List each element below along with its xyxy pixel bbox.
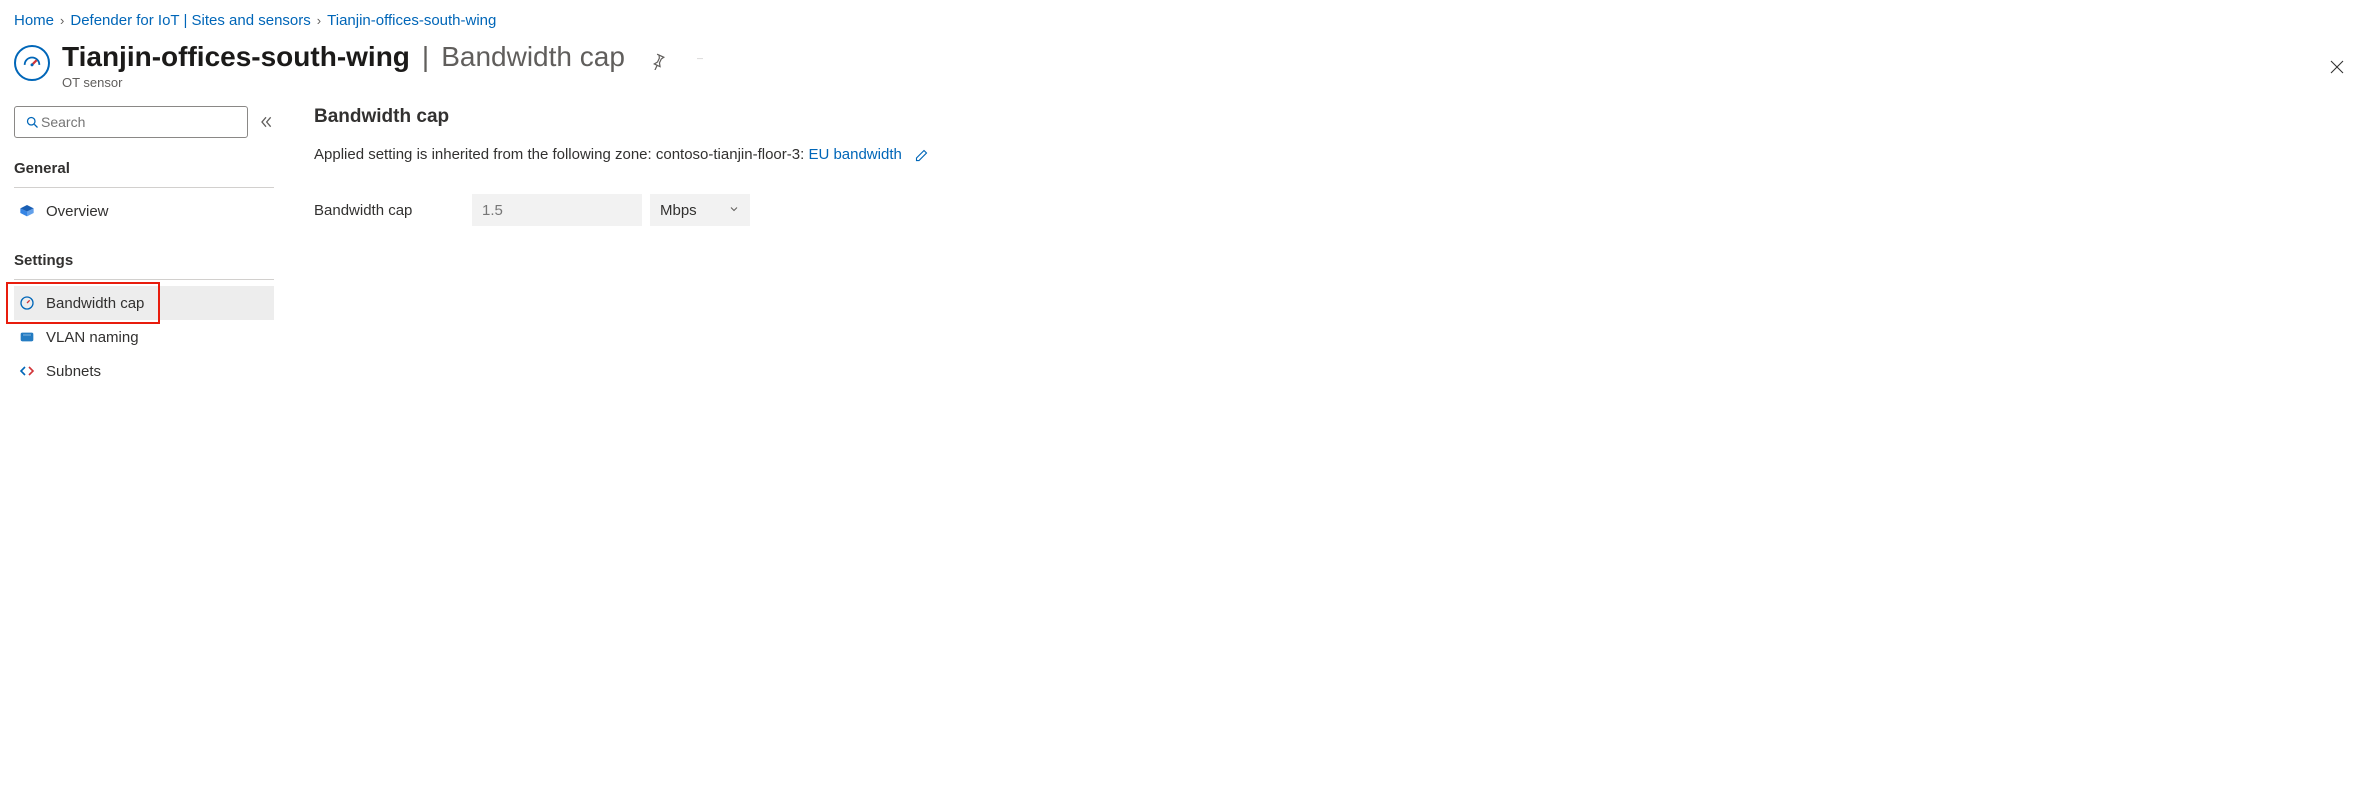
- collapse-sidebar-button[interactable]: [258, 114, 274, 130]
- sidebar-group-general: General: [14, 154, 274, 183]
- unit-select[interactable]: Mbps: [650, 194, 750, 226]
- gauge-icon: [18, 294, 36, 312]
- gauge-icon: [14, 45, 50, 81]
- overview-icon: [18, 202, 36, 220]
- page-subtitle: Bandwidth cap: [441, 41, 625, 73]
- section-title: Bandwidth cap: [314, 106, 2354, 128]
- sidebar-group-settings: Settings: [14, 246, 274, 275]
- sidebar-item-label: Overview: [46, 203, 109, 220]
- policy-link[interactable]: EU bandwidth: [808, 146, 901, 163]
- sidebar-item-label: Bandwidth cap: [46, 295, 144, 312]
- chevron-right-icon: ›: [60, 13, 64, 28]
- divider: [14, 279, 274, 280]
- main-content: Bandwidth cap Applied setting is inherit…: [314, 106, 2354, 388]
- edit-button[interactable]: [910, 144, 932, 166]
- inherited-setting-description: Applied setting is inherited from the fo…: [314, 144, 2354, 166]
- search-input[interactable]: [41, 114, 239, 130]
- divider: [14, 187, 274, 188]
- sidebar-item-bandwidth-cap[interactable]: Bandwidth cap: [14, 286, 274, 320]
- code-icon: [18, 362, 36, 380]
- sidebar-item-overview[interactable]: Overview: [14, 194, 274, 228]
- chevron-down-icon: [728, 202, 740, 219]
- bandwidth-cap-form-row: Bandwidth cap Mbps: [314, 194, 2354, 226]
- search-box[interactable]: [14, 106, 248, 138]
- sidebar: General Overview Settings Band: [14, 106, 274, 388]
- unit-select-value: Mbps: [660, 202, 697, 219]
- sidebar-item-label: Subnets: [46, 363, 101, 380]
- sidebar-item-label: VLAN naming: [46, 329, 139, 346]
- more-button[interactable]: [689, 50, 711, 72]
- breadcrumb: Home › Defender for IoT | Sites and sens…: [14, 12, 2354, 29]
- sidebar-item-subnets[interactable]: Subnets: [14, 354, 274, 388]
- resource-type-label: OT sensor: [62, 75, 2354, 90]
- breadcrumb-current[interactable]: Tianjin-offices-south-wing: [327, 12, 496, 29]
- description-text: Applied setting is inherited from the fo…: [314, 146, 808, 163]
- sidebar-item-vlan-naming[interactable]: VLAN naming: [14, 320, 274, 354]
- breadcrumb-sites-sensors[interactable]: Defender for IoT | Sites and sensors: [70, 12, 310, 29]
- close-button[interactable]: [2326, 56, 2348, 78]
- breadcrumb-home[interactable]: Home: [14, 12, 54, 29]
- chevron-right-icon: ›: [317, 13, 321, 28]
- pin-button[interactable]: [647, 50, 669, 72]
- title-separator: |: [422, 41, 429, 73]
- page-title: Tianjin-offices-south-wing: [62, 41, 410, 73]
- search-icon: [23, 113, 41, 131]
- tag-icon: [18, 328, 36, 346]
- bandwidth-cap-input[interactable]: [472, 194, 642, 226]
- page-header: Tianjin-offices-south-wing | Bandwidth c…: [14, 41, 2354, 90]
- bandwidth-cap-label: Bandwidth cap: [314, 202, 464, 219]
